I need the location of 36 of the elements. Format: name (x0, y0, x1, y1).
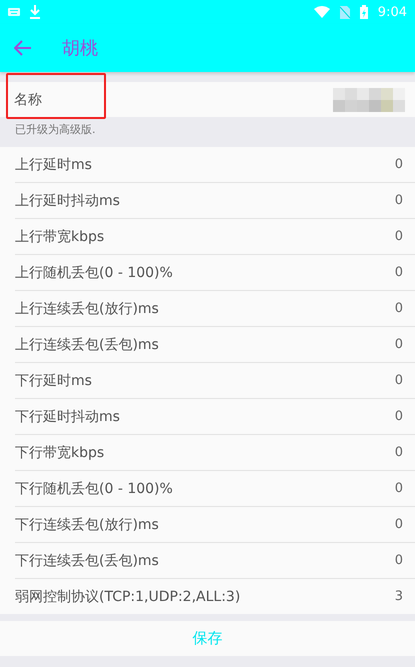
wifi-icon (314, 6, 330, 18)
battery-icon (360, 5, 368, 19)
setting-value[interactable]: 0 (394, 337, 403, 352)
name-label: 名称 (14, 90, 43, 108)
setting-label: 弱网控制协议(TCP:1,UDP:2,ALL:3) (15, 588, 242, 606)
setting-value[interactable]: 3 (394, 589, 403, 604)
setting-value[interactable]: 0 (394, 229, 403, 244)
setting-value[interactable]: 0 (394, 301, 403, 316)
setting-value[interactable]: 0 (394, 265, 403, 280)
setting-label: 上行随机丢包(0 - 100)% (15, 264, 174, 282)
upgrade-note: 已升级为高级版. (15, 122, 96, 137)
setting-value[interactable]: 0 (394, 373, 403, 388)
setting-value[interactable]: 0 (394, 157, 403, 172)
setting-label: 上行带宽kbps (15, 228, 106, 246)
back-arrow-icon[interactable] (14, 40, 32, 56)
setting-label: 下行带宽kbps (15, 444, 106, 462)
setting-label: 下行连续丢包(丢包)ms (15, 552, 160, 570)
keyboard-icon (8, 8, 20, 16)
setting-value[interactable]: 0 (394, 481, 403, 496)
no-sim-icon (340, 6, 350, 18)
setting-label: 上行连续丢包(丢包)ms (15, 336, 160, 354)
setting-label: 下行连续丢包(放行)ms (15, 516, 160, 534)
setting-value[interactable]: 0 (394, 409, 403, 424)
download-icon (30, 5, 40, 19)
setting-value[interactable]: 0 (394, 445, 403, 460)
setting-value[interactable]: 0 (394, 193, 403, 208)
setting-label: 下行随机丢包(0 - 100)% (15, 480, 174, 498)
setting-label: 上行延时抖动ms (15, 192, 121, 210)
setting-label: 上行连续丢包(放行)ms (15, 300, 160, 318)
setting-label: 下行延时ms (15, 372, 93, 390)
page-title: 胡桃 (62, 37, 98, 60)
setting-label: 上行延时ms (15, 156, 93, 174)
status-time: 9:04 (378, 4, 407, 20)
setting-value[interactable]: 0 (394, 553, 403, 568)
setting-value[interactable]: 0 (394, 517, 403, 532)
setting-label: 下行延时抖动ms (15, 408, 121, 426)
